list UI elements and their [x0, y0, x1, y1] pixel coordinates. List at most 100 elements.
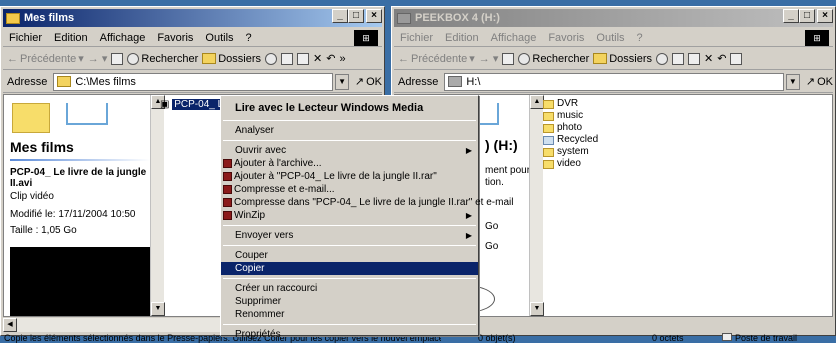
- menu-help[interactable]: ?: [240, 32, 258, 44]
- context-menu-item[interactable]: Créer un raccourci: [221, 282, 478, 295]
- go-button[interactable]: ↗ OK: [355, 75, 382, 89]
- folder-icon: [543, 147, 554, 157]
- move-to-icon[interactable]: [281, 52, 294, 65]
- copy-to-icon[interactable]: [688, 52, 701, 65]
- title-bar[interactable]: Mes films: [3, 9, 382, 27]
- forward-button[interactable]: → ▾: [479, 52, 499, 65]
- folder-label: system: [557, 146, 589, 157]
- more-icon[interactable]: »: [339, 53, 345, 65]
- views-icon[interactable]: [730, 52, 743, 65]
- context-menu-item[interactable]: WinZip ▶: [221, 209, 478, 222]
- context-menu: Lire avec le Lecteur Windows Media Analys…: [220, 95, 513, 340]
- context-menu-item[interactable]: Ajouter à "PCP-04_ Le livre de la jungle…: [221, 170, 478, 183]
- address-dropdown-icon[interactable]: ▼: [785, 73, 800, 90]
- submenu-arrow-icon: ▶: [465, 146, 472, 155]
- menu-affichage[interactable]: Affichage: [485, 32, 543, 44]
- context-menu-item[interactable]: Lire avec le Lecteur Windows Media: [221, 99, 478, 117]
- menu-fichier[interactable]: Fichier: [394, 32, 439, 44]
- folders-button[interactable]: Dossiers: [593, 53, 652, 65]
- list-item[interactable]: DVR: [543, 98, 598, 110]
- forward-button[interactable]: → ▾: [88, 52, 108, 65]
- history-icon[interactable]: [265, 52, 278, 65]
- menu-item-label: Copier: [235, 263, 265, 274]
- menu-fichier[interactable]: Fichier: [3, 32, 48, 44]
- address-input[interactable]: H:\: [444, 72, 784, 91]
- folder-label: photo: [557, 122, 583, 133]
- list-item[interactable]: music: [543, 110, 598, 122]
- menu-edition[interactable]: Edition: [439, 32, 485, 44]
- menu-edition[interactable]: Edition: [48, 32, 94, 44]
- go-button[interactable]: ↗ OK: [806, 75, 833, 89]
- title-bar[interactable]: PEEKBOX 4 (H:): [394, 9, 833, 27]
- minimize-button[interactable]: _: [332, 9, 348, 23]
- up-folder-icon[interactable]: [111, 52, 124, 65]
- menu-item-label: Propriétés: [235, 329, 281, 340]
- undo-icon[interactable]: ↶: [326, 52, 335, 65]
- copy-to-icon[interactable]: [297, 52, 310, 65]
- file-modified: Modifié le: 17/11/2004 10:50: [10, 209, 136, 220]
- folders-button[interactable]: Dossiers: [202, 53, 261, 65]
- context-menu-item[interactable]: Compresse et e-mail...: [221, 183, 478, 196]
- menu-outils[interactable]: Outils: [590, 32, 630, 44]
- search-button[interactable]: Rechercher: [518, 52, 590, 65]
- menu-favoris[interactable]: Favoris: [542, 32, 590, 44]
- windows-logo-icon: ⊞: [354, 30, 378, 46]
- context-menu-item[interactable]: Copier: [221, 262, 478, 275]
- maximize-button[interactable]: □: [799, 9, 815, 23]
- scroll-up-icon[interactable]: ▲: [530, 95, 544, 109]
- status-zone: Poste de travail: [722, 333, 797, 343]
- context-menu-item[interactable]: Ajouter à l'archive...: [221, 157, 478, 170]
- undo-icon[interactable]: ↶: [717, 52, 726, 65]
- description-fragment: ment pour: [485, 165, 531, 176]
- maximize-button[interactable]: □: [348, 9, 364, 23]
- context-menu-item[interactable]: Couper: [221, 249, 478, 262]
- menu-help[interactable]: ?: [631, 32, 649, 44]
- scroll-left-icon[interactable]: ◀: [3, 318, 17, 332]
- menu-item-label: Envoyer vers: [235, 230, 294, 241]
- window-title: PEEKBOX 4 (H:): [415, 12, 500, 24]
- scroll-down-icon[interactable]: ▼: [530, 302, 544, 316]
- list-item[interactable]: Recycled: [543, 134, 598, 146]
- pane-scrollbar[interactable]: ▲ ▼: [150, 95, 165, 316]
- context-menu-item[interactable]: Propriétés: [221, 328, 478, 341]
- scroll-down-icon[interactable]: ▼: [151, 302, 165, 316]
- close-button[interactable]: ×: [817, 9, 833, 23]
- window-title: Mes films: [24, 12, 75, 24]
- back-button[interactable]: ← Précédente ▾: [398, 52, 475, 66]
- folders-label: Dossiers: [218, 52, 262, 65]
- back-button[interactable]: ← Précédente ▾: [7, 52, 84, 66]
- context-menu-item[interactable]: Analyser: [221, 124, 478, 137]
- context-menu-item[interactable]: Compresse dans "PCP-04_ Le livre de la j…: [221, 196, 513, 209]
- context-menu-item[interactable]: Supprimer: [221, 295, 478, 308]
- context-menu-item[interactable]: Renommer: [221, 308, 478, 321]
- menu-item-label: WinZip: [234, 210, 266, 221]
- list-item[interactable]: video: [543, 158, 598, 170]
- menu-affichage[interactable]: Affichage: [94, 32, 152, 44]
- search-button[interactable]: Rechercher: [127, 52, 198, 65]
- pane-scrollbar[interactable]: ▲ ▼: [529, 95, 544, 316]
- menu-outils[interactable]: Outils: [199, 32, 239, 44]
- details-pane: Mes films PCP-04_ Le livre de la jungle …: [4, 95, 156, 316]
- up-folder-icon[interactable]: [502, 52, 515, 65]
- search-label: Rechercher: [532, 52, 590, 65]
- minimize-button[interactable]: _: [783, 9, 799, 23]
- context-menu-item[interactable]: Ouvrir avec ▶: [221, 144, 478, 157]
- delete-icon[interactable]: ✕: [704, 52, 713, 65]
- move-to-icon[interactable]: [672, 52, 685, 65]
- list-item[interactable]: system: [543, 146, 598, 158]
- delete-icon[interactable]: ✕: [313, 52, 322, 65]
- pane-title: Mes films: [10, 139, 74, 155]
- close-button[interactable]: ×: [366, 9, 382, 23]
- address-label: Adresse: [7, 75, 48, 88]
- submenu-arrow-icon: ▶: [465, 211, 472, 220]
- menu-bar: Fichier Edition Affichage Favoris Outils…: [394, 29, 833, 47]
- address-dropdown-icon[interactable]: ▼: [335, 73, 349, 90]
- menu-bar: Fichier Edition Affichage Favoris Outils…: [3, 29, 382, 47]
- context-menu-item[interactable]: Envoyer vers ▶: [221, 229, 478, 242]
- menu-item-label: Créer un raccourci: [235, 283, 318, 294]
- address-input[interactable]: C:\Mes films: [53, 72, 334, 91]
- file-name: PCP-04_ Le livre de la jungle II.avi: [10, 167, 147, 189]
- menu-favoris[interactable]: Favoris: [151, 32, 199, 44]
- list-item[interactable]: photo: [543, 122, 598, 134]
- history-icon[interactable]: [656, 52, 669, 65]
